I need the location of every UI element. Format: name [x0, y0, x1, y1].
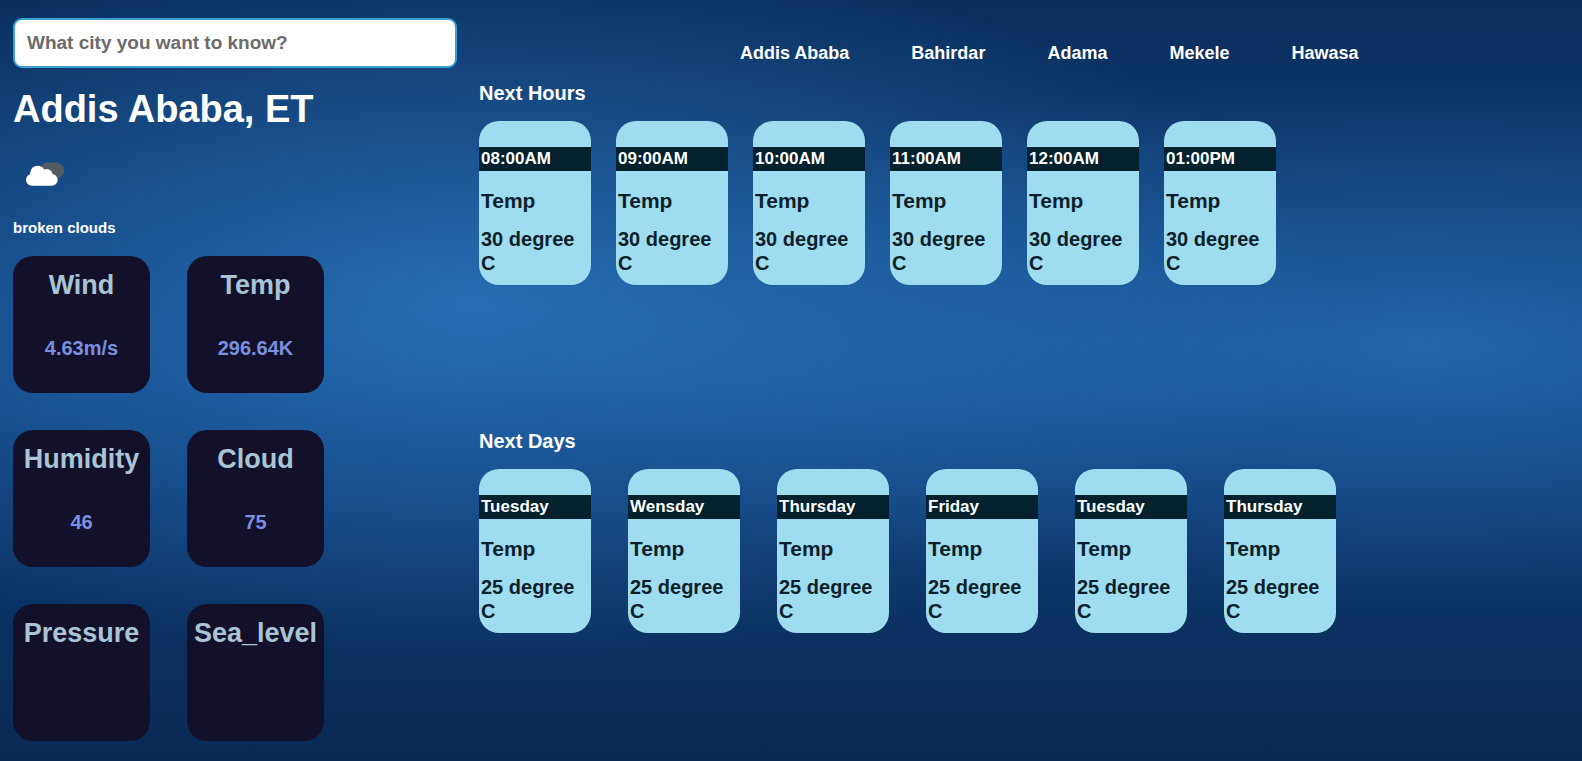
days-section: Next Days Tuesday Temp 25 degree C Wensday Te…	[479, 430, 1582, 633]
city-link[interactable]: Addis Ababa	[740, 43, 849, 64]
temp-value: 25 degree C	[628, 575, 740, 623]
stat-card: Cloud 75	[187, 430, 324, 567]
temp-value: 30 degree C	[1164, 227, 1276, 275]
city-link[interactable]: Mekele	[1169, 43, 1229, 64]
weather-description: broken clouds	[13, 219, 460, 236]
temp-label: Temp	[926, 537, 1038, 561]
stat-label: Temp	[220, 270, 290, 301]
temp-label: Temp	[628, 537, 740, 561]
stat-label: Wind	[49, 270, 115, 301]
day-name: Thursday	[1224, 495, 1336, 519]
temp-label: Temp	[1224, 537, 1336, 561]
stat-label: Pressure	[24, 618, 140, 649]
day-list: Tuesday Temp 25 degree C Wensday Temp 25 degr…	[479, 469, 1582, 633]
stat-label: Sea_level	[194, 618, 317, 649]
hour-list: 08:00AM Temp 30 degree C 09:00AM Temp 30 degr…	[479, 121, 1582, 285]
stat-value: 46	[70, 511, 92, 534]
temp-value: 30 degree C	[1027, 227, 1139, 275]
city-link[interactable]: Bahirdar	[911, 43, 985, 64]
temp-label: Temp	[1075, 537, 1187, 561]
hour-card: 09:00AM Temp 30 degree C	[616, 121, 728, 285]
hour-time: 10:00AM	[753, 147, 865, 171]
day-card: Tuesday Temp 25 degree C	[1075, 469, 1187, 633]
hour-time: 01:00PM	[1164, 147, 1276, 171]
day-card: Thursday Temp 25 degree C	[777, 469, 889, 633]
temp-value: 30 degree C	[479, 227, 591, 275]
hour-time: 08:00AM	[479, 147, 591, 171]
temp-label: Temp	[1164, 189, 1276, 213]
day-card: Tuesday Temp 25 degree C	[479, 469, 591, 633]
day-card: Wensday Temp 25 degree C	[628, 469, 740, 633]
city-title: Addis Ababa, ET	[13, 88, 460, 131]
temp-value: 25 degree C	[479, 575, 591, 623]
stat-value: 4.63m/s	[45, 337, 118, 360]
stat-label: Humidity	[24, 444, 140, 475]
section-title: Next Hours	[479, 82, 1582, 105]
temp-label: Temp	[479, 537, 591, 561]
stat-card: Sea_level	[187, 604, 324, 741]
temp-value: 25 degree C	[1224, 575, 1336, 623]
day-card: Friday Temp 25 degree C	[926, 469, 1038, 633]
broken-clouds-icon	[21, 157, 71, 191]
temp-value: 30 degree C	[753, 227, 865, 275]
temp-value: 30 degree C	[890, 227, 1002, 275]
stat-value: 296.64K	[218, 337, 294, 360]
hour-time: 11:00AM	[890, 147, 1002, 171]
temp-label: Temp	[479, 189, 591, 213]
forecast-panel: Addis Ababa Bahirdar Adama Mekele Hawasa Next…	[460, 0, 1582, 761]
stat-card: Wind 4.63m/s	[13, 256, 150, 393]
temp-value: 30 degree C	[616, 227, 728, 275]
temp-label: Temp	[753, 189, 865, 213]
day-name: Friday	[926, 495, 1038, 519]
temp-label: Temp	[616, 189, 728, 213]
hours-section: Next Hours 08:00AM Temp 30 degree C 09:00AM T…	[479, 82, 1582, 430]
day-name: Wensday	[628, 495, 740, 519]
current-weather-panel: Addis Ababa, ET broken clouds Wind 4.63m/s T…	[0, 0, 460, 761]
hour-time: 12:00AM	[1027, 147, 1139, 171]
stat-card: Humidity 46	[13, 430, 150, 567]
day-name: Tuesday	[1075, 495, 1187, 519]
weather-app: Addis Ababa, ET broken clouds Wind 4.63m/s T…	[0, 0, 1582, 761]
temp-label: Temp	[890, 189, 1002, 213]
temp-value: 25 degree C	[926, 575, 1038, 623]
day-name: Tuesday	[479, 495, 591, 519]
city-link[interactable]: Hawasa	[1291, 43, 1358, 64]
day-card: Thursday Temp 25 degree C	[1224, 469, 1336, 633]
temp-value: 25 degree C	[777, 575, 889, 623]
stat-label: Cloud	[217, 444, 293, 475]
temp-value: 25 degree C	[1075, 575, 1187, 623]
day-name: Thursday	[777, 495, 889, 519]
hour-card: 10:00AM Temp 30 degree C	[753, 121, 865, 285]
hour-card: 08:00AM Temp 30 degree C	[479, 121, 591, 285]
temp-label: Temp	[1027, 189, 1139, 213]
stat-value: 75	[244, 511, 266, 534]
section-title: Next Days	[479, 430, 1582, 453]
hour-card: 01:00PM Temp 30 degree C	[1164, 121, 1276, 285]
stats-grid: Wind 4.63m/s Temp 296.64K Humidity 46 Cloud 75 P…	[13, 256, 460, 741]
hour-card: 12:00AM Temp 30 degree C	[1027, 121, 1139, 285]
stat-card: Temp 296.64K	[187, 256, 324, 393]
city-nav: Addis Ababa Bahirdar Adama Mekele Hawasa	[740, 43, 1582, 64]
hour-time: 09:00AM	[616, 147, 728, 171]
stat-card: Pressure	[13, 604, 150, 741]
temp-label: Temp	[777, 537, 889, 561]
hour-card: 11:00AM Temp 30 degree C	[890, 121, 1002, 285]
city-link[interactable]: Adama	[1047, 43, 1107, 64]
city-search-input[interactable]	[13, 18, 457, 68]
